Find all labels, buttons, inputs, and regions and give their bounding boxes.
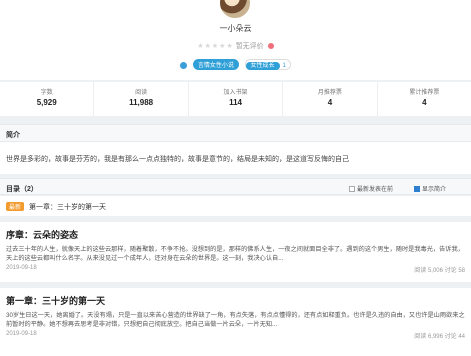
catalog-heading: 目录（2） xyxy=(6,186,38,193)
chapter-date: 2019-09-18 xyxy=(6,265,37,271)
chapter-stats: 阅读 6,996 讨论 44 xyxy=(414,334,465,340)
latest-first-checkbox[interactable] xyxy=(349,186,355,193)
chapter-card[interactable]: 第一章：三十岁的第一天 30岁生日这一天，她离婚了。天没有塌，只是一直以来苦心营… xyxy=(0,288,471,356)
catalog-header: 目录（2） 最新发表在前 显示简介 xyxy=(0,178,471,195)
intro-heading: 简介 xyxy=(0,124,471,142)
chapter-card[interactable]: 序章：云朵的姿态 过去三十年的人生，就像天上的这些云那样，随着聚散，不争不抢。没… xyxy=(0,222,471,282)
author-avatar[interactable] xyxy=(218,0,252,20)
latest-chapter-link[interactable]: 最新 第一章：三十岁的第一天 xyxy=(0,196,471,216)
intro-text: 世界是多彩的，故事是芬芳的，我是有那么一点点独特的，故事是意节的，结局是未知的，… xyxy=(0,142,471,174)
tag-theme[interactable]: 女性成长 1 xyxy=(244,59,291,70)
chapter-date: 2019-09-18 xyxy=(6,331,37,337)
rating-stars-icon: ★★★★★ xyxy=(197,43,234,50)
stat-monthly-votes: 月推荐票 4 xyxy=(283,82,378,116)
rating-row: ★★★★★ 暂无评价 xyxy=(0,41,471,51)
stat-bookshelf: 加入书架 114 xyxy=(189,82,284,116)
book-stats: 字数 5,929 阅读 11,988 加入书架 114 月推荐票 4 累计推荐票 4 xyxy=(0,82,471,116)
chapter-excerpt: 30岁生日这一天，她离婚了。天没有塌，只是一直以来苦心营造的世界缺了一角，有点失… xyxy=(6,312,465,328)
show-intro-checkbox[interactable] xyxy=(414,186,420,193)
chapter-title[interactable]: 序章：云朵的姿态 xyxy=(6,228,465,241)
stat-total-votes: 累计推荐票 4 xyxy=(409,90,440,107)
stat-reads: 阅读 11,988 xyxy=(94,82,189,116)
chapter-title[interactable]: 第一章：三十岁的第一天 xyxy=(6,294,465,307)
latest-first-toggle[interactable]: 最新发表在前 xyxy=(349,184,393,193)
tag-row: 言情女性小说 女性成长 1 xyxy=(0,59,471,70)
author-header: 一小朵云 ★★★★★ 暂无评价 言情女性小说 女性成长 1 xyxy=(0,0,471,80)
chapter-meta: 2019-09-18 阅读 6,996 讨论 44 xyxy=(6,331,465,341)
rating-info-icon[interactable] xyxy=(267,43,274,50)
tag-category-icon xyxy=(180,61,188,69)
stat-words: 字数 5,929 xyxy=(0,82,95,116)
author-name[interactable]: 一小朵云 xyxy=(0,23,471,34)
chapter-meta: 2019-09-18 阅读 5,006 讨论 58 xyxy=(6,265,465,275)
chapter-excerpt: 过去三十年的人生，就像天上的这些云那样，随着聚散，不争不抢。没想到的是，那样的佛… xyxy=(6,246,464,262)
latest-badge: 最新 xyxy=(6,202,25,211)
rating-label: 暂无评价 xyxy=(235,43,264,50)
show-intro-toggle[interactable]: 显示简介 xyxy=(414,184,446,193)
chapter-stats: 阅读 5,006 讨论 58 xyxy=(414,268,465,274)
latest-chapter-title[interactable]: 第一章：三十岁的第一天 xyxy=(29,204,106,211)
tag-genre[interactable]: 言情女性小说 xyxy=(192,59,239,70)
